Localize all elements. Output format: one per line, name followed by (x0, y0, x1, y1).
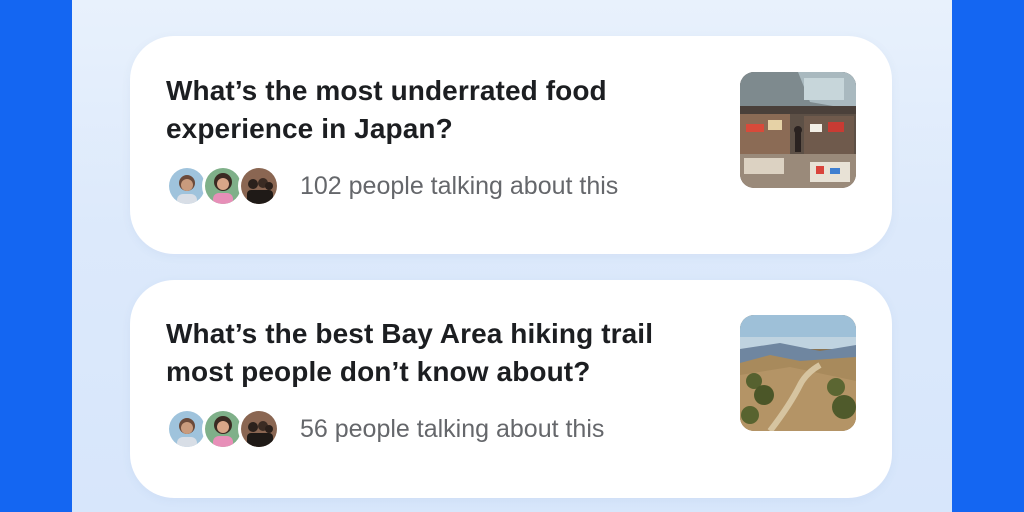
question-card[interactable]: What’s the best Bay Area hiking trail mo… (130, 280, 892, 498)
talking-count: 56 people talking about this (300, 415, 605, 443)
avatar (238, 165, 280, 207)
participant-avatars (166, 408, 280, 450)
market-thumbnail[interactable] (740, 72, 856, 188)
talking-count: 102 people talking about this (300, 172, 619, 200)
question-title[interactable]: What’s the most underrated food experien… (166, 72, 706, 148)
participant-avatars (166, 165, 280, 207)
avatar (238, 408, 280, 450)
trail-thumbnail[interactable] (740, 315, 856, 431)
feed-panel: What’s the most underrated food experien… (72, 0, 952, 512)
participation-row: 56 people talking about this (166, 405, 604, 453)
question-card[interactable]: What’s the most underrated food experien… (130, 36, 892, 254)
question-title[interactable]: What’s the best Bay Area hiking trail mo… (166, 315, 706, 391)
participation-row: 102 people talking about this (166, 162, 618, 210)
